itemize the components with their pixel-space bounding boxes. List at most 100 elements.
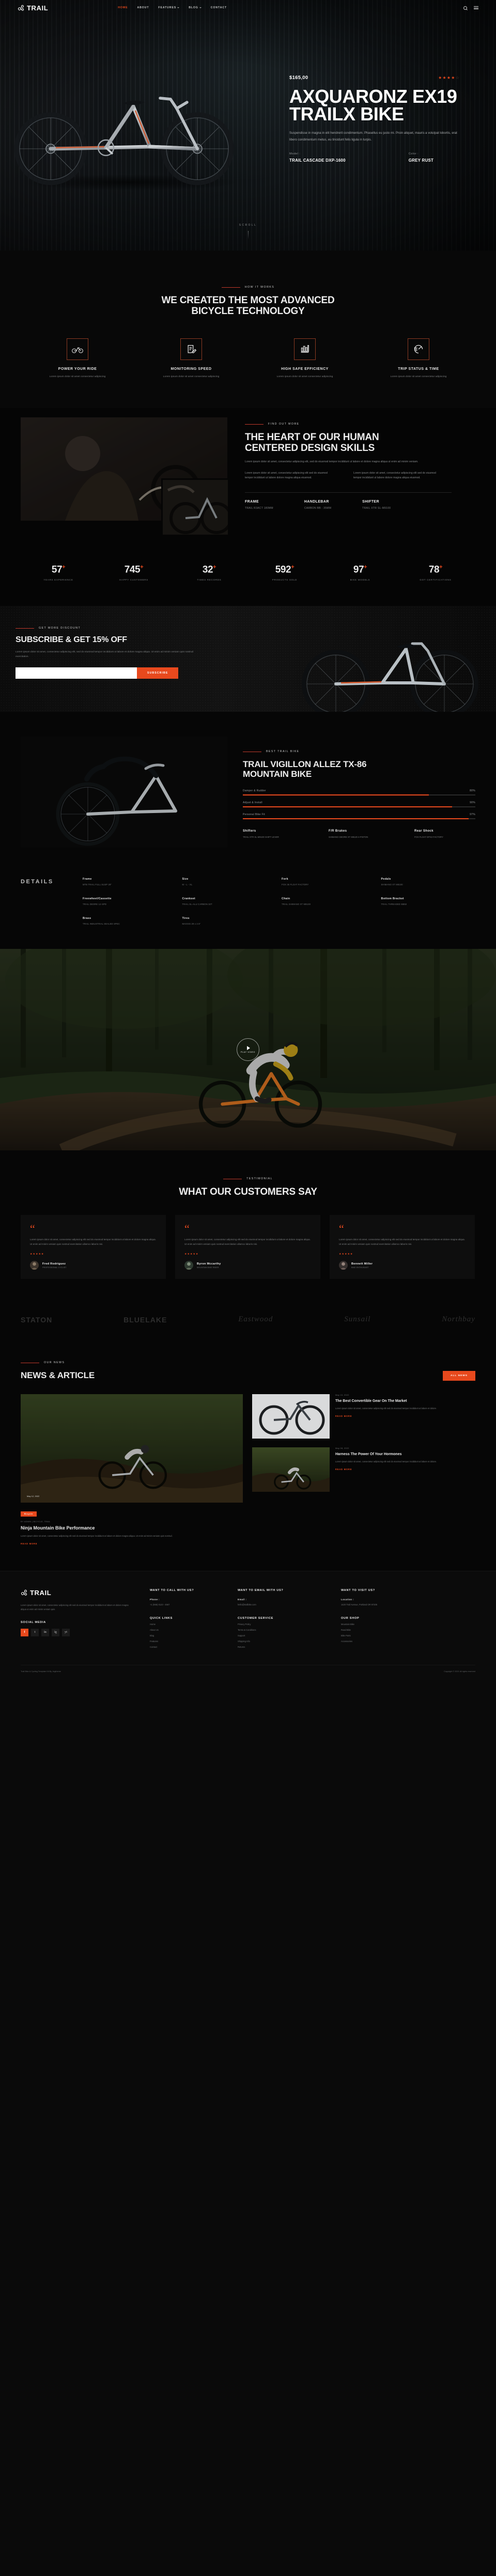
bar-value: 80% <box>470 789 475 793</box>
instagram-icon[interactable]: ig <box>52 1628 59 1636</box>
howto-eyebrow: HOW IT WORKS <box>21 286 475 289</box>
brand-logo-eastwood: Eastwood <box>238 1315 273 1324</box>
footer-email-value[interactable]: hello@trailbike.com <box>238 1603 341 1606</box>
all-news-button[interactable]: ALL NEWS <box>443 1371 475 1381</box>
linkedin-icon[interactable]: in <box>41 1628 49 1636</box>
footer-email-column: WANT TO EMAIL WITH US? Email : hello@tra… <box>238 1589 341 1648</box>
news-side-card[interactable]: May 08, 2022 Harness The Power Of Your H… <box>252 1447 474 1492</box>
footer-phone-value[interactable]: +1 (555) 0123 - 4567 <box>150 1603 238 1606</box>
subscribe-button[interactable]: SUBSCRIBE <box>137 667 179 679</box>
stat-bike-models: 97+ BIKE MODELS <box>322 564 398 581</box>
news-main-image: May 12, 2022 <box>21 1394 243 1503</box>
footer-link-support[interactable]: Support <box>238 1634 341 1637</box>
detail-item-chain: Chain TRAIL SHIMANO XT M8100 <box>282 897 376 905</box>
brand-row: STATON BLUELAKE Eastwood Sunsail Northba… <box>21 1315 475 1324</box>
feature-name: POWER YOUR RIDE <box>58 367 97 371</box>
stat-row: 57+ YEARS EXPERIENCE 745+ HAPPY CUSTOMER… <box>21 564 475 581</box>
email-input[interactable] <box>16 667 137 679</box>
news-main-read-more[interactable]: READ MORE <box>21 1542 243 1545</box>
news-side-read-more[interactable]: READ MORE <box>335 1415 474 1417</box>
footer-link-features[interactable]: Features <box>150 1640 238 1643</box>
detail-key: Crankset <box>182 897 195 901</box>
design-skills-section: FIND OUT MORE THE HEART OF OUR HUMAN CEN… <box>0 408 496 543</box>
footer-link-mountain-bike[interactable]: Mountain Bike <box>341 1623 434 1626</box>
social-links: f t in ig yt <box>21 1628 150 1636</box>
nav-item-contact[interactable]: CONTACT <box>211 6 227 9</box>
eyebrow-text: TESTIMONIAL <box>246 1177 273 1181</box>
footer-link-returns[interactable]: Returns <box>238 1646 341 1648</box>
detail-key: Size <box>182 878 189 881</box>
trail-bike-section: BEST TRAIL BIKE TRAIL VIGILLON ALLEZ TX-… <box>0 712 496 869</box>
footer-link-blog[interactable]: Blog <box>150 1634 238 1637</box>
footer-link-terms[interactable]: Terms & Conditions <box>238 1629 341 1631</box>
feature-card-high-safe-efficiency[interactable]: HIGH SAFE EFFICIENCY Lorem ipsum dolor s… <box>248 338 362 379</box>
feature-card-trip-status-time[interactable]: TRIP STATUS & TIME Lorem ipsum dolor sit… <box>362 338 475 379</box>
scroll-label: SCROLL <box>239 224 257 227</box>
subscribe-copy: GET MORE DISCOUNT SUBSCRIBE & GET 15% OF… <box>0 627 222 679</box>
detail-value: TRAIL SHIMANO XT M8100 <box>282 903 311 906</box>
feature-icon-box <box>67 338 88 360</box>
footer-link-shipping[interactable]: Shipping Info <box>238 1640 341 1643</box>
footer-service-heading: CUSTOMER SERVICE <box>238 1617 274 1620</box>
design-title-line2: CENTERED DESIGN SKILLS <box>245 443 375 454</box>
bar-label: Personal Bike Fit <box>243 813 265 817</box>
hero-specs: Model : TRAIL CASCADE DXP-1600 Color : G… <box>289 152 486 163</box>
detail-key: Freewheel/Cassette <box>83 897 112 901</box>
bar-fill <box>243 818 469 820</box>
hero-bike-image <box>14 97 240 191</box>
news-main-meta: BY ADMIN | BICYCLE, TRAIL <box>21 1521 51 1523</box>
news-tag[interactable]: Bicycle <box>21 1511 37 1517</box>
brand-logo-staton: STATON <box>21 1315 53 1324</box>
news-main-card[interactable]: May 12, 2022 Bicycle BY ADMIN | BICYCLE,… <box>21 1394 243 1545</box>
news-side-read-more[interactable]: READ MORE <box>335 1468 474 1471</box>
detail-key: Bottom Bracket <box>381 897 404 901</box>
search-icon[interactable] <box>463 6 467 10</box>
trailbike-spec-brakes: F/R Brakes SHIMANO DEORE XT M8120 4-PIST… <box>329 830 385 839</box>
news-side-title[interactable]: The Best Convertible Gear On The Market <box>335 1399 474 1403</box>
clipboard-edit-icon <box>188 345 196 353</box>
footer-link-privacy[interactable]: Privacy Policy <box>238 1623 341 1626</box>
news-main-body: Bicycle BY ADMIN | BICYCLE, TRAIL Ninja … <box>21 1508 243 1545</box>
stat-number: 745+ <box>96 564 172 575</box>
footer-description: Lorem ipsum dolor sit amet, consectetur … <box>21 1603 129 1611</box>
footer-brand-logo[interactable]: TRAIL <box>21 1589 150 1597</box>
footer-location-value: 1420 Trail Avenue, Portland OR 97205 <box>341 1603 378 1606</box>
nav-item-blog[interactable]: BLOG <box>189 6 202 9</box>
play-video-button[interactable]: PLAY VIDEO <box>237 1038 259 1061</box>
facebook-icon[interactable]: f <box>21 1628 28 1636</box>
footer-link-contact[interactable]: Contact <box>150 1646 238 1648</box>
footer-link-about[interactable]: About Us <box>150 1629 238 1631</box>
feature-card-monitoring-speed[interactable]: MONITORING SPEED Lorem ipsum dolor sit a… <box>134 338 248 379</box>
feature-name: HIGH SAFE EFFICIENCY <box>281 367 329 371</box>
footer-link-home[interactable]: Home <box>150 1623 238 1626</box>
design-divider <box>245 492 452 493</box>
skill-bars: Damper & Rudder 80% Adjust & Install 90% P… <box>243 789 475 820</box>
scroll-indicator[interactable]: SCROLL <box>0 219 496 239</box>
hamburger-menu-icon[interactable] <box>474 6 478 10</box>
design-copy: FIND OUT MORE THE HEART OF OUR HUMAN CEN… <box>245 417 472 521</box>
nav-label: ABOUT <box>137 6 149 9</box>
site-footer: TRAIL Lorem ipsum dolor sit amet, consec… <box>0 1570 496 1680</box>
youtube-icon[interactable]: yt <box>62 1628 70 1636</box>
news-side-card[interactable]: May 10, 2022 The Best Convertible Gear O… <box>252 1394 474 1439</box>
nav-item-about[interactable]: ABOUT <box>137 6 149 9</box>
footer-phone-label: Phone : <box>150 1598 160 1601</box>
nav-label: BLOG <box>189 6 198 9</box>
testimonial-text: Lorem ipsum dolor sit amet, consectetur … <box>339 1238 465 1245</box>
nav-item-features[interactable]: FEATURES <box>158 6 180 9</box>
eyebrow-bar <box>16 628 34 629</box>
design-eyebrow: FIND OUT MORE <box>245 423 472 426</box>
detail-key: Pedals <box>381 878 391 881</box>
footer-link-accessories[interactable]: Accessories <box>341 1640 434 1643</box>
twitter-icon[interactable]: t <box>31 1628 39 1636</box>
trail-bike-copy: BEST TRAIL BIKE TRAIL VIGILLON ALLEZ TX-… <box>243 737 475 848</box>
footer-link-bike-parts[interactable]: Bike Parts <box>341 1634 434 1637</box>
footer-link-road-bike[interactable]: Road Bike <box>341 1629 434 1631</box>
skill-bar-adjust-install: Adjust & Install 90% <box>243 801 475 808</box>
news-main-title[interactable]: Ninja Mountain Bike Performance <box>21 1525 243 1531</box>
design-specs: FRAME TRAIL R3ACT 180MM HANDLEBAR CARBON… <box>245 500 472 510</box>
nav-item-home[interactable]: HOME <box>118 6 128 9</box>
feature-card-power-your-ride[interactable]: POWER YOUR RIDE Lorem ipsum dolor sit am… <box>21 338 134 379</box>
brand-logo[interactable]: TRAIL <box>18 4 48 12</box>
news-side-title[interactable]: Harness The Power Of Your Hormones <box>335 1452 474 1457</box>
